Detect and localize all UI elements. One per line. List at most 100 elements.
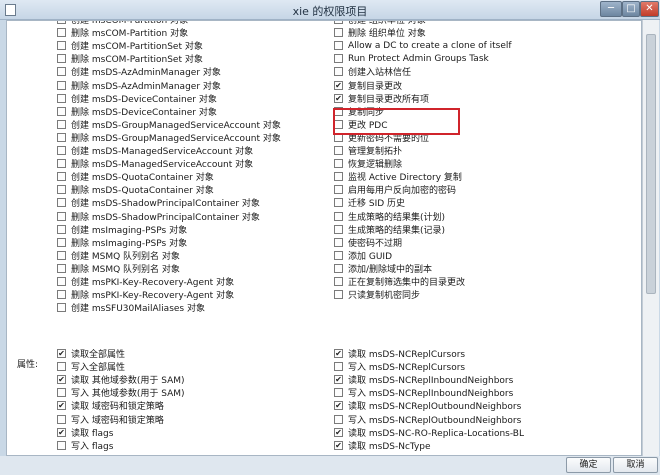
minimize-button[interactable]: ─ — [600, 1, 622, 17]
permission-checkbox[interactable] — [57, 237, 66, 247]
permission-row[interactable]: 创建 msPKI-Key-Recovery-Agent 对象 — [57, 275, 234, 288]
permission-checkbox[interactable] — [334, 250, 343, 260]
permission-checkbox[interactable] — [334, 401, 343, 411]
permission-checkbox[interactable] — [57, 401, 66, 411]
permission-checkbox[interactable] — [57, 250, 66, 260]
permission-row[interactable]: 写入全部属性 — [57, 360, 125, 373]
permission-checkbox[interactable] — [334, 277, 343, 286]
permission-row[interactable]: 删除 组织单位 对象 — [334, 26, 426, 39]
permission-checkbox[interactable] — [334, 237, 343, 247]
permission-checkbox[interactable] — [57, 28, 66, 38]
permission-row[interactable]: 创建入站林信任 — [334, 65, 411, 78]
permission-checkbox[interactable] — [57, 41, 66, 51]
permission-checkbox[interactable] — [334, 198, 343, 208]
permission-checkbox[interactable] — [57, 211, 66, 221]
permission-checkbox[interactable] — [334, 263, 343, 273]
permission-row[interactable]: 添加 GUID — [334, 249, 392, 262]
permission-row[interactable]: 创建 组织单位 对象 — [334, 21, 426, 26]
permission-row[interactable]: 创建 msSFU30MailAliases 对象 — [57, 301, 205, 314]
permission-checkbox[interactable] — [334, 172, 343, 182]
permission-row[interactable]: 读取 域密码和锁定策略 — [57, 399, 164, 412]
permission-row[interactable]: 删除 msDS-QuotaContainer 对象 — [57, 183, 214, 196]
permission-row[interactable]: 生成策略的结果集(计划) — [334, 210, 445, 223]
permission-checkbox[interactable] — [334, 41, 343, 51]
permission-row[interactable]: 创建 msDS-GroupManagedServiceAccount 对象 — [57, 118, 281, 131]
permission-checkbox[interactable] — [334, 440, 343, 450]
permission-row[interactable]: 监视 Active Directory 复制 — [334, 170, 462, 183]
vertical-scrollbar[interactable] — [642, 20, 659, 456]
permission-row[interactable]: 写入 msDS-NCReplCursors — [334, 360, 465, 373]
permission-row[interactable]: 生成策略的结果集(记录) — [334, 223, 445, 236]
permission-checkbox[interactable] — [334, 290, 343, 300]
permission-row[interactable]: 创建 msImaging-PSPs 对象 — [57, 223, 187, 236]
permission-row[interactable]: 写入 域密码和锁定策略 — [57, 413, 164, 426]
permission-checkbox[interactable] — [57, 21, 66, 24]
permission-checkbox[interactable] — [57, 67, 66, 77]
permission-row[interactable]: 恢复逻辑删除 — [334, 157, 402, 170]
permission-checkbox[interactable] — [334, 80, 343, 90]
permission-checkbox[interactable] — [334, 362, 343, 372]
permission-row[interactable]: 写入 msDS-NCReplInboundNeighbors — [334, 386, 513, 399]
permission-row[interactable]: 删除 msDS-ShadowPrincipalContainer 对象 — [57, 210, 260, 223]
permission-checkbox[interactable] — [57, 106, 66, 116]
permission-row[interactable]: Run Protect Admin Groups Task — [334, 52, 489, 65]
permission-checkbox[interactable] — [334, 146, 343, 155]
permission-row[interactable]: 写入 flags — [57, 439, 113, 452]
permission-row[interactable]: 使密码不过期 — [334, 236, 402, 249]
permission-row[interactable]: 创建 msDS-ShadowPrincipalContainer 对象 — [57, 196, 260, 209]
close-button[interactable]: ✕ — [640, 1, 659, 17]
permission-row[interactable]: 读取 msDS-NCReplInboundNeighbors — [334, 373, 513, 386]
permission-row[interactable]: 删除 msDS-ManagedServiceAccount 对象 — [57, 157, 253, 170]
permission-row[interactable]: 读取 msDS-NC-RO-Replica-Locations-BL — [334, 426, 524, 439]
permission-row[interactable]: 复制目录更改 — [334, 79, 402, 92]
permission-row[interactable]: 删除 msDS-GroupManagedServiceAccount 对象 — [57, 131, 281, 144]
permission-checkbox[interactable] — [334, 349, 343, 358]
permission-row[interactable]: 读取全部属性 — [57, 347, 125, 360]
permission-row[interactable]: 只读复制机密同步 — [334, 288, 420, 301]
permission-checkbox[interactable] — [57, 146, 66, 155]
permission-row[interactable]: 创建 msDS-DeviceContainer 对象 — [57, 92, 217, 105]
permission-checkbox[interactable] — [57, 362, 66, 372]
permission-row[interactable]: 创建 msCOM-Partition 对象 — [57, 21, 188, 26]
permission-checkbox[interactable] — [57, 263, 66, 273]
maximize-button[interactable]: □ — [622, 1, 640, 17]
permission-checkbox[interactable] — [57, 198, 66, 208]
ok-button[interactable]: 确定 — [566, 457, 611, 473]
permission-row[interactable]: 删除 msCOM-PartitionSet 对象 — [57, 52, 203, 65]
permission-row[interactable]: 删除 msCOM-Partition 对象 — [57, 26, 188, 39]
permission-checkbox[interactable] — [334, 375, 343, 385]
permission-row[interactable]: 创建 msDS-ManagedServiceAccount 对象 — [57, 144, 253, 157]
permission-checkbox[interactable] — [57, 427, 66, 437]
permission-checkbox[interactable] — [57, 132, 66, 142]
permission-checkbox[interactable] — [57, 54, 66, 64]
permission-row[interactable]: 删除 MSMQ 队列别名 对象 — [57, 262, 180, 275]
permission-row[interactable]: 复制目录更改所有项 — [334, 92, 429, 105]
permission-row[interactable]: 创建 MSMQ 队列别名 对象 — [57, 249, 180, 262]
permission-checkbox[interactable] — [57, 414, 66, 424]
permission-row[interactable]: 创建 msDS-QuotaContainer 对象 — [57, 170, 214, 183]
permission-checkbox[interactable] — [57, 93, 66, 103]
permission-checkbox[interactable] — [57, 290, 66, 300]
permission-row[interactable]: 删除 msDS-AzAdminManager 对象 — [57, 79, 221, 92]
permission-row[interactable]: 管理复制拓扑 — [334, 144, 402, 157]
permission-checkbox[interactable] — [334, 159, 343, 169]
permission-checkbox[interactable] — [334, 185, 343, 195]
permission-row[interactable]: 删除 msDS-DeviceContainer 对象 — [57, 105, 217, 118]
permission-row[interactable]: 创建 msDS-AzAdminManager 对象 — [57, 65, 221, 78]
permission-checkbox[interactable] — [57, 303, 66, 313]
permission-checkbox[interactable] — [57, 119, 66, 129]
permission-row[interactable]: 迁移 SID 历史 — [334, 196, 405, 209]
permission-row[interactable]: 删除 msPKI-Key-Recovery-Agent 对象 — [57, 288, 234, 301]
permission-checkbox[interactable] — [334, 28, 343, 38]
permission-checkbox[interactable] — [334, 211, 343, 221]
permission-checkbox[interactable] — [57, 349, 66, 358]
permission-checkbox[interactable] — [57, 159, 66, 169]
permission-checkbox[interactable] — [57, 224, 66, 234]
permission-checkbox[interactable] — [57, 440, 66, 450]
permission-checkbox[interactable] — [334, 21, 343, 24]
permission-row[interactable]: 读取 msDS-NCReplOutboundNeighbors — [334, 399, 521, 412]
permission-checkbox[interactable] — [57, 80, 66, 90]
permission-checkbox[interactable] — [334, 93, 343, 103]
permission-checkbox[interactable] — [57, 172, 66, 182]
permission-row[interactable]: 写入 msDS-NCReplOutboundNeighbors — [334, 413, 521, 426]
